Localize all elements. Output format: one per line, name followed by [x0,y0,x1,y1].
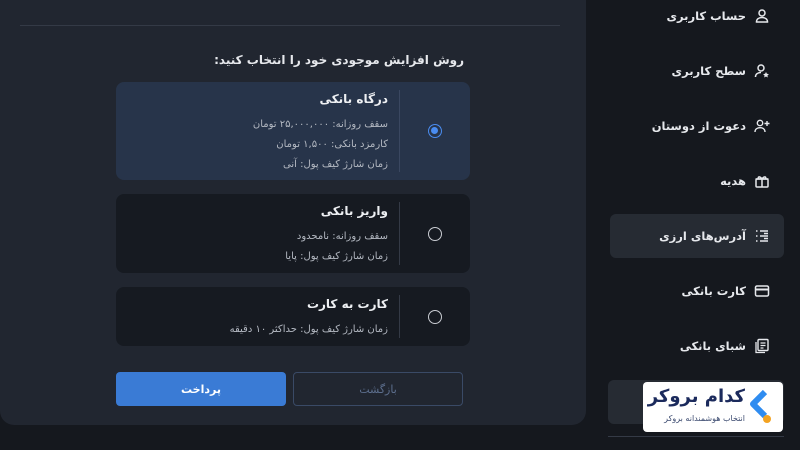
radio-button[interactable] [428,124,442,138]
option-card-to-card[interactable]: کارت به کارت زمان شارژ کیف پول: حداکثر ۱… [116,287,470,346]
pay-button[interactable]: پرداخت [116,372,286,406]
back-button[interactable]: بازگشت [293,372,463,406]
logo-mark-icon [750,390,771,423]
sidebar-item-label: هدیه [720,174,746,188]
sidebar-item-account[interactable]: حساب کاربری [610,0,784,38]
sidebar-item-label: کارت بانکی [681,284,746,298]
option-detail: زمان شارژ کیف پول: حداکثر ۱۰ دقیقه [229,324,388,335]
sidebar-item-level[interactable]: سطح کاربری [610,49,784,93]
divider [608,436,784,437]
method-prompt: روش افزایش موجودی خود را انتخاب کنید: [214,53,464,67]
option-bank-gateway[interactable]: درگاه بانکی سقف روزانه: ۲۵,۰۰۰,۰۰۰ تومان… [116,82,470,180]
sidebar-item-sheba[interactable]: شبای بانکی [610,324,784,368]
sidebar-item-label: شبای بانکی [679,339,746,353]
card-icon [754,283,770,299]
radio-area[interactable] [400,194,470,273]
option-detail: زمان شارژ کیف پول: آنی [283,159,388,170]
sidebar-item-label: سطح کاربری [671,64,746,78]
option-detail: کارمزد بانکی: ۱,۵۰۰ تومان [276,139,388,150]
document-icon [754,338,770,354]
user-star-icon [754,63,770,79]
option-title: درگاه بانکی [319,92,388,106]
divider [399,90,400,172]
option-detail: سقف روزانه: ۲۵,۰۰۰,۰۰۰ تومان [252,119,388,130]
option-title: کارت به کارت [306,297,388,311]
list-icon [754,228,770,244]
sidebar-item-gift[interactable]: هدیه [610,159,784,203]
radio-area[interactable] [400,82,470,180]
radio-button[interactable] [428,309,442,324]
sidebar-item-label: حساب کاربری [666,9,746,23]
sidebar-item-label: آدرس‌های ارزی [659,229,746,243]
sidebar-item-bank-card[interactable]: کارت بانکی [610,269,784,313]
sidebar-item-crypto-addresses[interactable]: آدرس‌های ارزی [610,214,784,258]
radio-area[interactable] [400,287,470,346]
divider [20,25,560,26]
gift-icon [754,173,770,189]
sidebar-item-invite[interactable]: دعوت از دوستان [610,104,784,148]
user-add-icon [754,118,770,134]
radio-button[interactable] [428,226,442,241]
logo-brand-text: کدام بروکر [647,386,745,407]
option-detail: سقف روزانه: نامحدود [296,231,388,242]
option-bank-deposit[interactable]: واریز بانکی سقف روزانه: نامحدود زمان شار… [116,194,470,273]
option-title: واریز بانکی [320,204,388,218]
logo-tagline: انتخاب هوشمندانه بروکر [664,414,745,423]
sidebar-item-label: دعوت از دوستان [651,119,746,133]
brand-logo: کدام بروکر انتخاب هوشمندانه بروکر [643,382,783,432]
divider [399,295,400,338]
option-detail: زمان شارژ کیف پول: پایا [285,251,388,262]
user-icon [754,8,770,24]
divider [399,202,400,265]
